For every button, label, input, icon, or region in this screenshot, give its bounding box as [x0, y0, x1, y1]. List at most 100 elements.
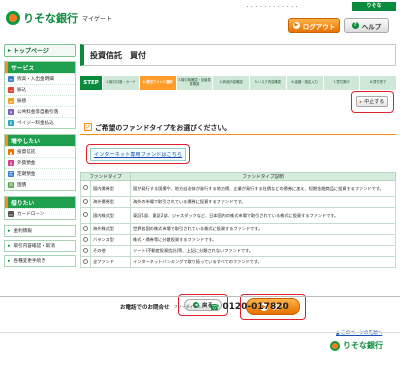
sidebar-item-payeasy[interactable]: P ペイジー料金払込: [5, 117, 75, 128]
sidebar-item-label: 定期預金: [17, 172, 36, 177]
bond-icon: 国: [8, 182, 14, 188]
sidebar-link-history[interactable]: ▸ 取引内容確認・取消: [4, 240, 76, 252]
fund-type-radio[interactable]: [83, 225, 88, 231]
table-row[interactable]: 国内債券型 国が発行する国債や、地方自治体が発行する地方債、企業が発行する社債な…: [80, 180, 396, 197]
dollar-icon: $: [8, 160, 14, 166]
fund-desc: 海外の市場で取引されている債券に投資するファンドです。: [130, 196, 396, 208]
sidebar-item-label: カードローン: [17, 212, 45, 217]
logout-label: ログアウト: [302, 22, 336, 31]
table-row[interactable]: 国内株式型 東証1部、東証2部、ジャスダックなど、日本国内の株式市場で取引されて…: [80, 207, 396, 224]
resona-logo-icon: [330, 340, 340, 351]
sidebar-section-title: サービス: [5, 62, 75, 73]
sidebar-item-jgb[interactable]: 国 国債: [5, 179, 75, 190]
sidebar-link-label: 各種変更手続き: [13, 259, 46, 264]
resona-logo[interactable]: りそな銀行 マイゲート: [6, 10, 112, 26]
table-row[interactable]: 海外株式型 世界各国の株式市場で取引されている株式に投資するファンドです。: [80, 223, 396, 235]
fund-type-radio[interactable]: [83, 212, 88, 218]
sidebar-item-time-deposit[interactable]: 定 定期預金: [5, 168, 75, 179]
sidebar-item-label: 外貨預金: [17, 161, 36, 166]
page-top-link[interactable]: ▲ このページの先頭へ: [336, 330, 382, 336]
sidebar-section-increase: 増やしたい ▲ 投資信託 $ 外貨預金 定 定期預金 国 国債: [4, 134, 76, 191]
footer-logo: りそな銀行: [330, 340, 383, 351]
highlight-net-fund: インターネット専用ファンドはこちら: [86, 144, 190, 164]
fund-type-radio[interactable]: [83, 258, 88, 264]
sidebar-item-investment-trust[interactable]: ▲ 投資信託: [5, 146, 75, 157]
sidebar-item-label: 振込: [17, 88, 27, 93]
sidebar-item-label: ペイジー料金払込: [17, 121, 54, 126]
fund-type-radio[interactable]: [83, 198, 88, 204]
table-row[interactable]: その他 リート(不動産投資信託)等、上記に分類されないファンドです。: [80, 245, 396, 257]
sidebar-link-label: 取引内容確認・取消: [13, 244, 55, 249]
table-header-type: ファンドタイプ: [80, 172, 131, 181]
footer-bar: [0, 332, 400, 333]
fund-desc: インターネットバンキングで取り扱っているすべてのファンドです。: [130, 256, 396, 268]
step-1: 1.取引口座・カード: [102, 76, 139, 90]
help-label: ヘルプ: [361, 22, 382, 31]
question-icon: ?: [351, 22, 359, 29]
sidebar-top-page[interactable]: ▸ トップページ: [4, 44, 76, 57]
deposit-icon: 定: [8, 171, 14, 177]
fund-type: 海外債券型: [90, 196, 131, 208]
logo-subtitle: マイゲート: [82, 15, 113, 23]
fund-desc: 株式・債券等に分散投資するファンドです。: [130, 234, 396, 246]
chevron-right-icon: ▸: [8, 258, 11, 264]
sidebar-item-label: 残高・入出金明細: [17, 77, 54, 82]
fund-type: 国内株式型: [90, 207, 131, 224]
table-row[interactable]: 海外債券型 海外の市場で取引されている債券に投資するファンドです。: [80, 196, 396, 208]
step-4: 4.商品内容確認: [212, 76, 249, 90]
header: りそな銀行 マイゲート ・・・・・・・・・・・・ りそな ▶ ログアウト ? ヘ…: [0, 0, 400, 42]
fund-type: 国内債券型: [90, 180, 131, 197]
logo-text: りそな銀行: [23, 12, 78, 25]
bill-icon: ¥: [8, 109, 14, 115]
sidebar-item-transfer[interactable]: → 振込: [5, 84, 75, 95]
sidebar-item-furikae[interactable]: ⇄ 振替: [5, 95, 75, 106]
sidebar-link-label: 金利情報: [13, 229, 32, 234]
fund-type: その他: [90, 245, 131, 257]
instruction: ✓ ご希望のファンドタイプをお選びください。: [84, 122, 231, 132]
sidebar-item-card-loan[interactable]: ▭ カードローン: [5, 208, 75, 219]
sidebar-item-public-fee[interactable]: ¥ 公共料金等自動引落: [5, 106, 75, 117]
instruction-text: ご希望のファンドタイプをお選びください。: [95, 124, 231, 132]
sidebar-item-label: 投資信託: [17, 150, 36, 155]
fund-type-table: ファンドタイプ ファンドタイプ説明 国内債券型 国が発行する国債や、地方自治体が…: [80, 172, 396, 268]
step-6: 6.金額・指定入力: [285, 76, 323, 90]
step-label: STEP: [80, 76, 102, 90]
internet-fund-link[interactable]: インターネット専用ファンドはこちら: [89, 147, 187, 161]
sidebar-item-balance[interactable]: ≡ 残高・入出金明細: [5, 73, 75, 84]
chevron-right-icon: ▸: [359, 98, 363, 105]
fund-type-radio[interactable]: [83, 185, 88, 191]
phone-number: 0120-017820: [222, 302, 289, 312]
fund-desc: リート(不動産投資信託)等、上記に分類されないファンドです。: [130, 245, 396, 257]
fund-desc: 世界各国の株式市場で取引されている株式に投資するファンドです。: [130, 223, 396, 235]
check-icon: ✓: [84, 123, 92, 131]
fund-desc: 東証1部、東証2部、ジャスダックなど、日本国内の株式市場で取引されている株式に投…: [130, 207, 396, 224]
contact-label: お電話でのお問合せ: [120, 305, 170, 311]
phone-icon: ☎: [209, 302, 220, 312]
sidebar-section-borrow: 借りたい ▭ カードローン: [4, 196, 76, 220]
sidebar-item-foreign-deposit[interactable]: $ 外貨預金: [5, 157, 75, 168]
sidebar-item-label: 振替: [17, 99, 27, 104]
footer-logo-text: りそな銀行: [343, 341, 383, 350]
sidebar-link-interest[interactable]: ▸ 金利情報: [4, 225, 76, 237]
brand-badge: りそな: [352, 2, 396, 11]
help-button[interactable]: ? ヘルプ: [344, 18, 389, 33]
sidebar: ▸ トップページ サービス ≡ 残高・入出金明細 → 振込 ⇄ 振替 ¥ 公共料…: [4, 44, 76, 270]
investment-icon: ▲: [8, 149, 14, 155]
fund-type-radio[interactable]: [83, 236, 88, 242]
step-5: 5.リスク内容確認: [249, 76, 286, 90]
step-2-current: 2.買付ファンド選択: [138, 76, 176, 90]
sidebar-section-service: サービス ≡ 残高・入出金明細 → 振込 ⇄ 振替 ¥ 公共料金等自動引落 P …: [4, 61, 76, 129]
footer-divider: [0, 296, 400, 297]
sidebar-top-page-label: トップページ: [13, 48, 49, 55]
step-7: 7.買付実行: [322, 76, 360, 90]
sidebar-item-label: 国債: [17, 183, 27, 188]
sidebar-link-settings[interactable]: ▸ 各種変更手続き: [4, 255, 76, 267]
fund-type-radio[interactable]: [83, 247, 88, 253]
contact-info: お電話でのお問合せ フリーダイヤル ☎ 0120-017820: [120, 302, 289, 312]
table-row[interactable]: 全ファンド インターネットバンキングで取り扱っているすべてのファンドです。: [80, 256, 396, 268]
sidebar-section-title: 借りたい: [5, 197, 75, 208]
logout-button[interactable]: ▶ ログアウト: [288, 18, 340, 33]
stop-button[interactable]: ▸ 中止する: [356, 96, 388, 107]
chevron-right-icon: ▸: [8, 228, 11, 234]
table-row[interactable]: バランス型 株式・債券等に分散投資するファンドです。: [80, 234, 396, 246]
